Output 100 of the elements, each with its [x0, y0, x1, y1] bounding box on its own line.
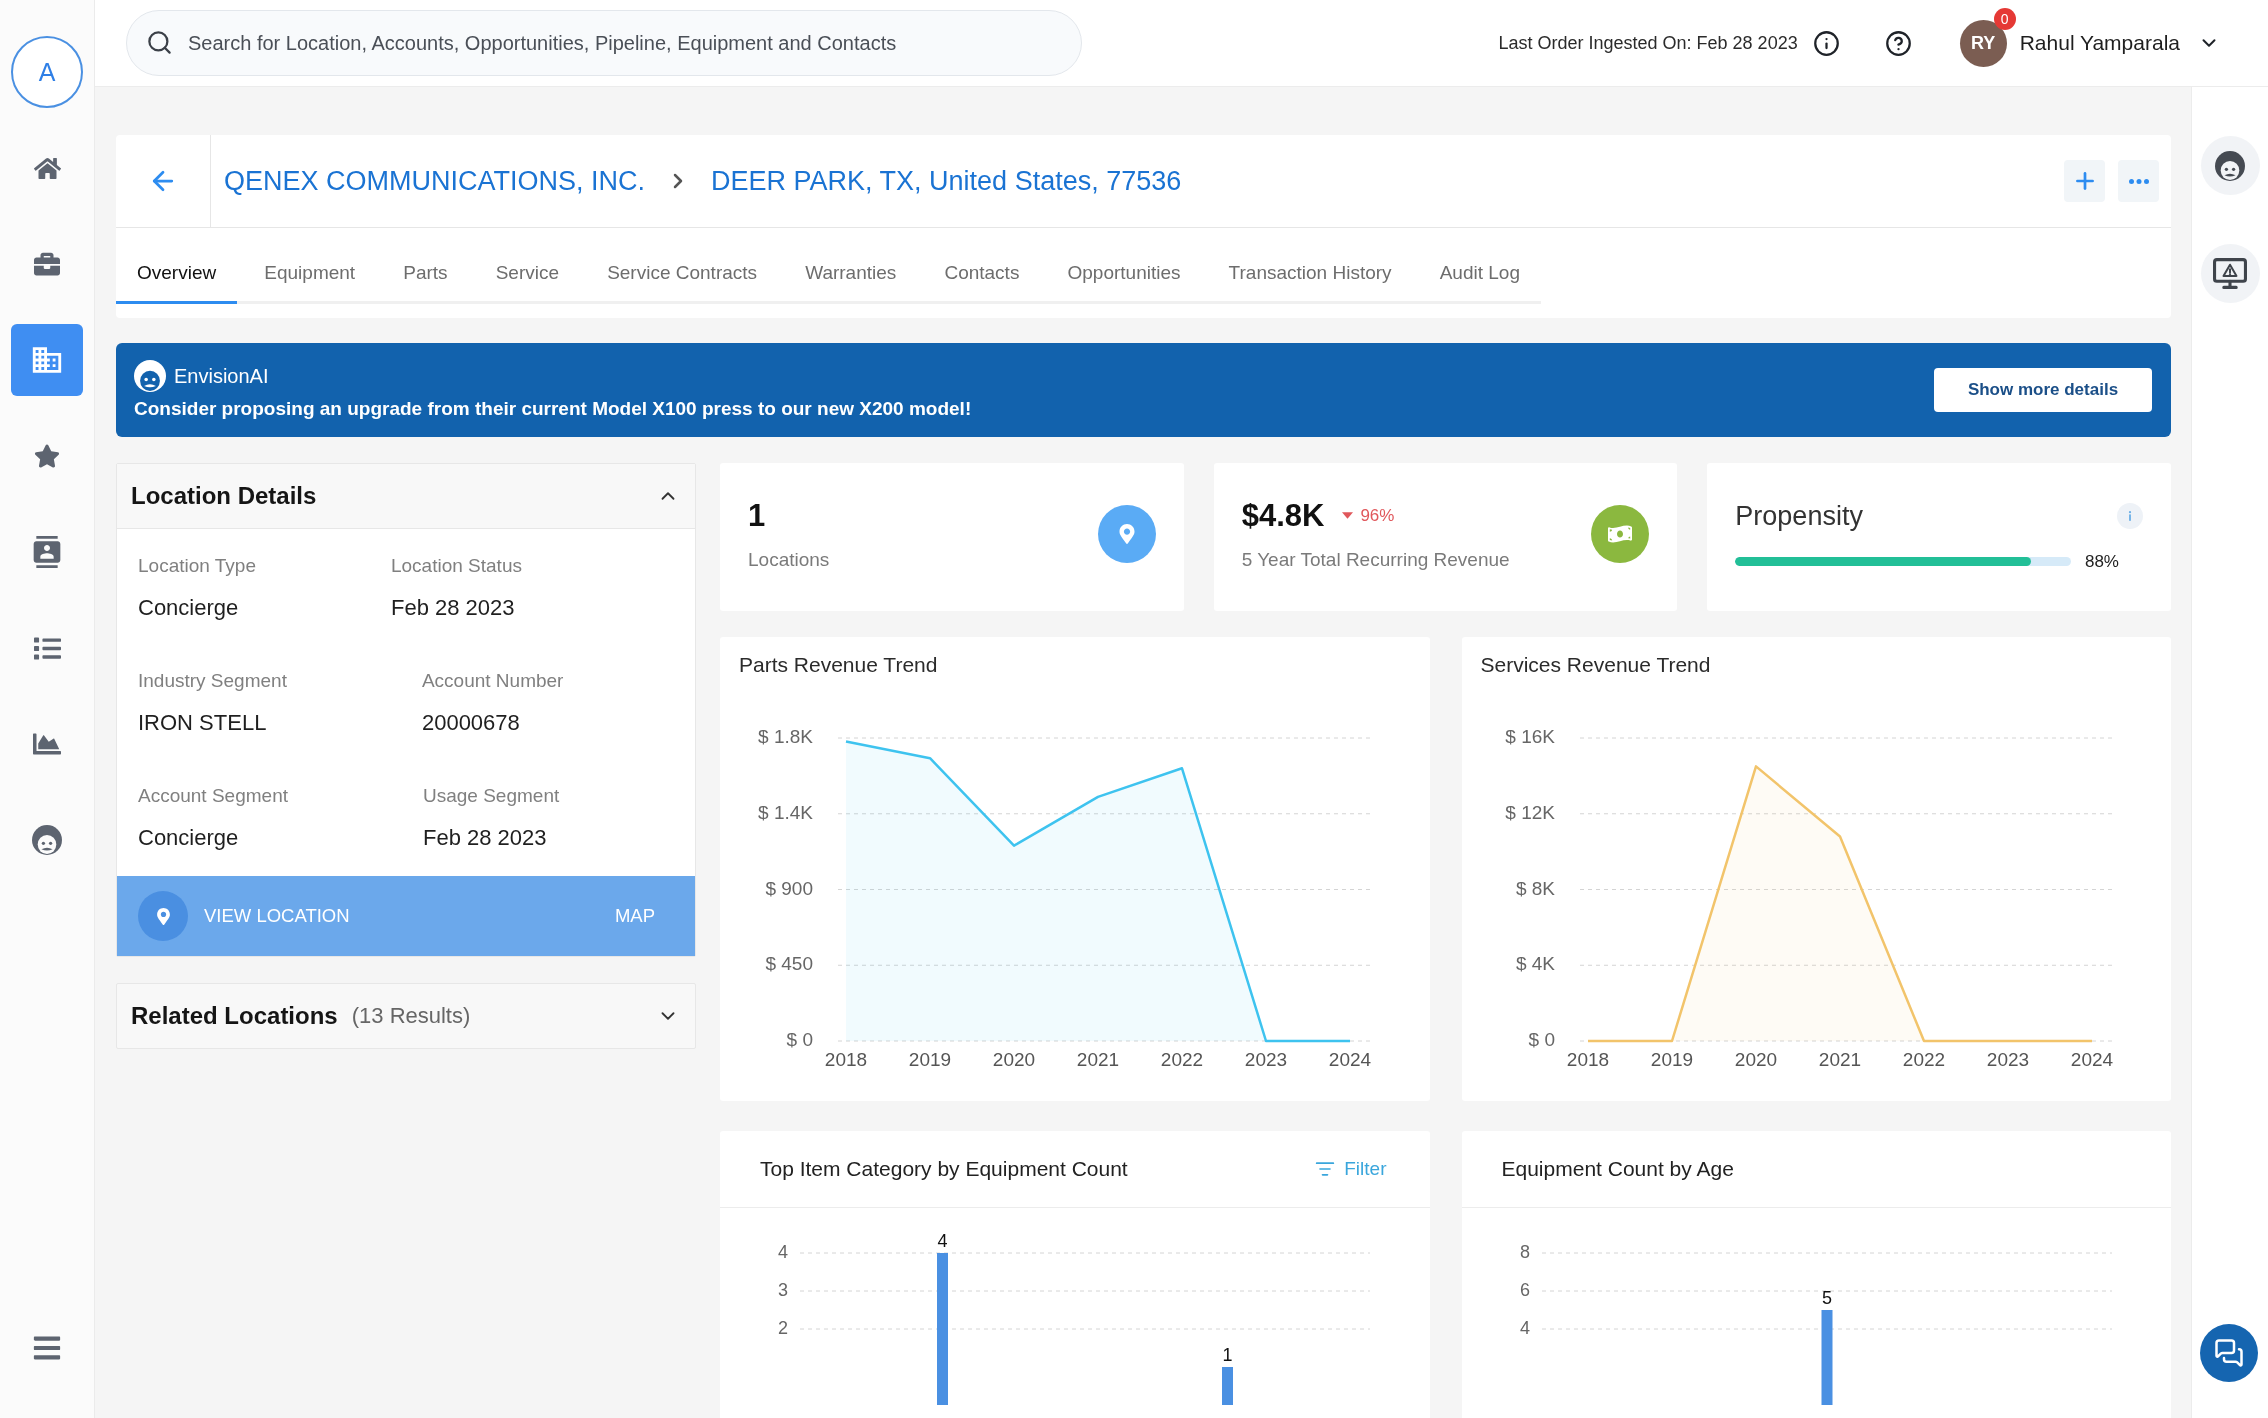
account-avatar[interactable]: A: [11, 36, 83, 108]
axis-tick-label: $ 0: [786, 1029, 813, 1050]
tab[interactable]: Opportunities: [1046, 228, 1202, 304]
ellipsis-icon: [2128, 178, 2149, 184]
bar-value-label: 5: [1821, 1288, 1832, 1308]
kpi-label: 5 Year Total Recurring Revenue: [1241, 548, 1510, 571]
breadcrumb-link[interactable]: DEER PARK, TX, United States, 77536: [711, 165, 1182, 197]
field-label: Industry Segment: [138, 670, 287, 692]
map-pin-icon: [138, 891, 188, 941]
field-label: Account Number: [421, 670, 564, 692]
field-value: Concierge: [138, 595, 240, 621]
help-icon: [1884, 29, 1912, 57]
axis-tick-label: 2020: [1734, 1049, 1777, 1070]
axis-tick-label: $ 12K: [1504, 801, 1555, 823]
axis-tick-label: 2018: [824, 1049, 868, 1070]
section-title: Related Locations: [131, 1002, 338, 1030]
banner-message: Consider proposing an upgrade from their current Model X100 press to our new X200 model!: [134, 397, 972, 421]
chart-title: Services Revenue Trend: [1480, 653, 1712, 677]
kpi-label: Locations: [748, 548, 830, 571]
axis-tick-label: 2022: [1902, 1049, 1945, 1070]
axis-tick-label: 3: [778, 1279, 788, 1300]
search-icon: [146, 29, 173, 56]
filter-icon: [1315, 1159, 1336, 1179]
last-order-date: Last Order Ingested On: Feb 28 2023: [1498, 32, 1798, 54]
field-value: 20000678: [421, 710, 521, 736]
bar-value-label: 1: [1222, 1345, 1233, 1365]
map-pin-icon: [1097, 505, 1156, 563]
axis-tick-label: $ 1.4K: [758, 801, 813, 823]
tab[interactable]: Equipment: [243, 228, 377, 304]
axis-tick-label: 2024: [1328, 1049, 1372, 1070]
briefcase-icon: [34, 251, 60, 277]
axis-tick-label: $ 8K: [1515, 877, 1555, 899]
axis-tick-label: 6: [1519, 1279, 1530, 1300]
speech-bubbles-icon: [2214, 1338, 2244, 1368]
axis-tick-label: 2018: [1566, 1049, 1609, 1070]
user-name[interactable]: Rahul Yamparala: [2019, 31, 2180, 55]
axis-tick-label: 2022: [1160, 1049, 1204, 1070]
axis-tick-label: $ 1.8K: [758, 726, 813, 747]
axis-tick-label: $ 16K: [1504, 726, 1555, 747]
chart-title: Equipment Count by Age: [1501, 1157, 1734, 1181]
axis-tick-label: 2021: [1818, 1049, 1861, 1070]
breadcrumb-link[interactable]: QENEX COMMUNICATIONS, INC.: [224, 165, 646, 197]
axis-tick-label: 4: [778, 1241, 788, 1262]
field-value: IRON STELL: [138, 710, 268, 736]
bar: [1222, 1367, 1233, 1405]
search-field[interactable]: Search for Location, Accounts, Opportunities, Pipeline, Equipment and Contacts: [126, 10, 1082, 76]
axis-tick-label: $ 4K: [1515, 953, 1555, 975]
axis-tick-label: $ 0: [1528, 1029, 1555, 1050]
axis-tick-label: 2024: [2070, 1049, 2113, 1070]
axis-tick-label: $ 900: [765, 877, 813, 899]
field-label: Account Segment: [138, 785, 288, 807]
axis-tick-label: 4: [1519, 1317, 1530, 1338]
info-button[interactable]: [1812, 29, 1840, 57]
chart-title: Top Item Category by Equipment Count: [760, 1157, 1128, 1181]
add-button[interactable]: [2064, 160, 2105, 202]
bar-value-label: 4: [937, 1231, 948, 1251]
tab[interactable]: Service Contracts: [586, 228, 779, 304]
banknote-icon: [1591, 505, 1650, 563]
help-button[interactable]: [1884, 29, 1912, 57]
kpi-value: $4.8K: [1241, 497, 1325, 534]
cartoon-head-icon: [134, 360, 166, 392]
tab[interactable]: Overview: [116, 228, 238, 304]
cartoon-head-icon: [2215, 150, 2245, 181]
star-icon: [34, 443, 60, 469]
result-count: (13 Results): [351, 1003, 471, 1029]
tab[interactable]: Audit Log: [1418, 228, 1541, 304]
tab[interactable]: Warranties: [784, 228, 918, 304]
show-more-button[interactable]: Show more details: [1934, 368, 2152, 412]
axis-tick-label: 2: [778, 1317, 788, 1338]
cartoon-head-icon: [32, 825, 62, 855]
axis-tick-label: 2023: [1986, 1049, 2029, 1070]
banner-title: EnvisionAI: [174, 364, 269, 388]
axis-tick-label: 2019: [1650, 1049, 1693, 1070]
field-value: Feb 28 2023: [390, 595, 516, 621]
axis-tick-label: 2021: [1076, 1049, 1120, 1070]
axis-tick-label: $ 450: [765, 953, 813, 975]
tab[interactable]: Parts: [382, 228, 469, 304]
chart-title: Parts Revenue Trend: [739, 653, 939, 677]
info-icon: [1812, 29, 1840, 57]
monitor-warning-icon: [2213, 258, 2247, 289]
more-button[interactable]: [2118, 160, 2159, 202]
filter-button[interactable]: Filter: [1315, 1158, 1387, 1180]
notification-badge: 0: [1993, 7, 2016, 30]
axis-tick-label: 2019: [908, 1049, 952, 1070]
field-label: Location Status: [390, 555, 522, 577]
change-percent: 96%: [1360, 505, 1395, 526]
axis-tick-label: 2023: [1244, 1049, 1288, 1070]
tab[interactable]: Contacts: [923, 228, 1041, 304]
field-value: Concierge: [138, 825, 240, 851]
section-title: Location Details: [131, 482, 317, 510]
field-label: Usage Segment: [423, 785, 560, 807]
building-nav-button[interactable]: [11, 324, 83, 396]
contact-card-icon: [31, 536, 63, 568]
field-value: Feb 28 2023: [423, 825, 548, 851]
axis-tick-label: 8: [1519, 1241, 1530, 1262]
axis-tick-label: 2020: [992, 1049, 1036, 1070]
progress-reading: 88%: [2084, 551, 2119, 572]
tab[interactable]: Transaction History: [1207, 228, 1413, 304]
field-label: Location Type: [138, 555, 256, 577]
tab[interactable]: Service: [474, 228, 581, 304]
